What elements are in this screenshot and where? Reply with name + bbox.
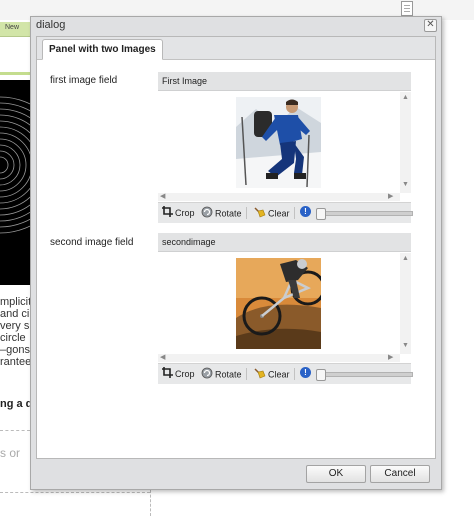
- zoom-slider[interactable]: [316, 369, 413, 381]
- scroll-left-icon[interactable]: ◀: [160, 192, 165, 200]
- image-field-header: First Image: [158, 72, 411, 91]
- second-image-field-label: second image field: [50, 237, 134, 248]
- dialog-window: dialog ✕ Panel with two Images first ima…: [30, 16, 442, 490]
- menu-item-new[interactable]: New: [5, 24, 19, 31]
- background-dashed-divider: [0, 430, 30, 431]
- scroll-up-icon[interactable]: ▲: [402, 255, 409, 262]
- clear-button[interactable]: Clear: [254, 367, 290, 381]
- background-dashed-box-top: [0, 492, 150, 493]
- image-toolbar: Crop Rotate Clear !: [158, 202, 413, 223]
- horizontal-scrollbar[interactable]: ◀ ▶: [158, 354, 400, 362]
- toolbar-separator: [246, 207, 247, 219]
- first-image-field: First Image ▲ ▼ ◀ ▶ Crop Rotate Clear !: [158, 72, 413, 223]
- toolbar-separator: [294, 207, 295, 219]
- toolbar-separator: [246, 368, 247, 380]
- dialog-header[interactable]: dialog ✕: [31, 17, 441, 34]
- vertical-scrollbar[interactable]: ▲ ▼: [400, 253, 411, 354]
- background-bold-text: ng a d: [0, 398, 30, 410]
- rotate-button[interactable]: Rotate: [201, 206, 242, 220]
- zoom-slider-thumb[interactable]: [316, 208, 326, 220]
- scroll-down-icon[interactable]: ▼: [402, 342, 409, 349]
- scroll-right-icon[interactable]: ▶: [388, 353, 393, 361]
- vertical-scrollbar[interactable]: ▲ ▼: [400, 92, 411, 193]
- horizontal-scrollbar[interactable]: ◀ ▶: [158, 193, 400, 201]
- toolbar-separator: [294, 368, 295, 380]
- first-image-field-label: first image field: [50, 75, 118, 86]
- image-toolbar: Crop Rotate Clear !: [158, 363, 413, 384]
- rotate-button[interactable]: Rotate: [201, 367, 242, 381]
- image-preview: [158, 92, 411, 193]
- image-field-header: secondimage: [158, 233, 411, 252]
- zoom-slider-thumb[interactable]: [316, 369, 326, 381]
- dialog-footer: OK Cancel: [31, 458, 441, 489]
- image-preview: [158, 253, 411, 354]
- broom-icon: [254, 367, 266, 383]
- tab-strip: Panel with two Images: [37, 37, 435, 60]
- close-icon: ✕: [426, 19, 435, 30]
- crop-button[interactable]: Crop: [162, 206, 195, 220]
- dialog-title: dialog: [36, 19, 66, 31]
- second-image-field: secondimage ▲ ▼ ◀ ▶ Crop Rotate Clear !: [158, 233, 413, 384]
- scroll-left-icon[interactable]: ◀: [160, 353, 165, 361]
- zoom-slider[interactable]: [316, 208, 413, 220]
- background-paragraph: mplicit and cir very si circle –gons ran…: [0, 296, 30, 368]
- zoom-icon: !: [300, 206, 311, 217]
- document-icon[interactable]: [401, 1, 413, 16]
- mountain-bike-photo[interactable]: [236, 258, 321, 349]
- hiker-photo[interactable]: [236, 97, 321, 188]
- scroll-up-icon[interactable]: ▲: [402, 94, 409, 101]
- crop-icon: [162, 206, 173, 221]
- background-spiral-image: [0, 80, 30, 285]
- scroll-down-icon[interactable]: ▼: [402, 181, 409, 188]
- rotate-icon: [201, 367, 213, 383]
- crop-icon: [162, 367, 173, 382]
- broom-icon: [254, 206, 266, 222]
- zoom-slider-track: [316, 211, 413, 216]
- tab-panel-two-images[interactable]: Panel with two Images: [42, 39, 163, 60]
- close-button[interactable]: ✕: [424, 19, 437, 32]
- ok-button[interactable]: OK: [306, 465, 366, 483]
- rotate-icon: [201, 206, 213, 222]
- scroll-right-icon[interactable]: ▶: [388, 192, 393, 200]
- zoom-slider-track: [316, 372, 413, 377]
- background-divider: [0, 72, 30, 75]
- clear-button[interactable]: Clear: [254, 206, 290, 220]
- background-faded-text: s or: [0, 446, 21, 460]
- cancel-button[interactable]: Cancel: [370, 465, 430, 483]
- zoom-icon: !: [300, 367, 311, 378]
- background-dashed-box-side: [150, 490, 151, 516]
- dialog-body: Panel with two Images first image field …: [36, 36, 436, 459]
- crop-button[interactable]: Crop: [162, 367, 195, 381]
